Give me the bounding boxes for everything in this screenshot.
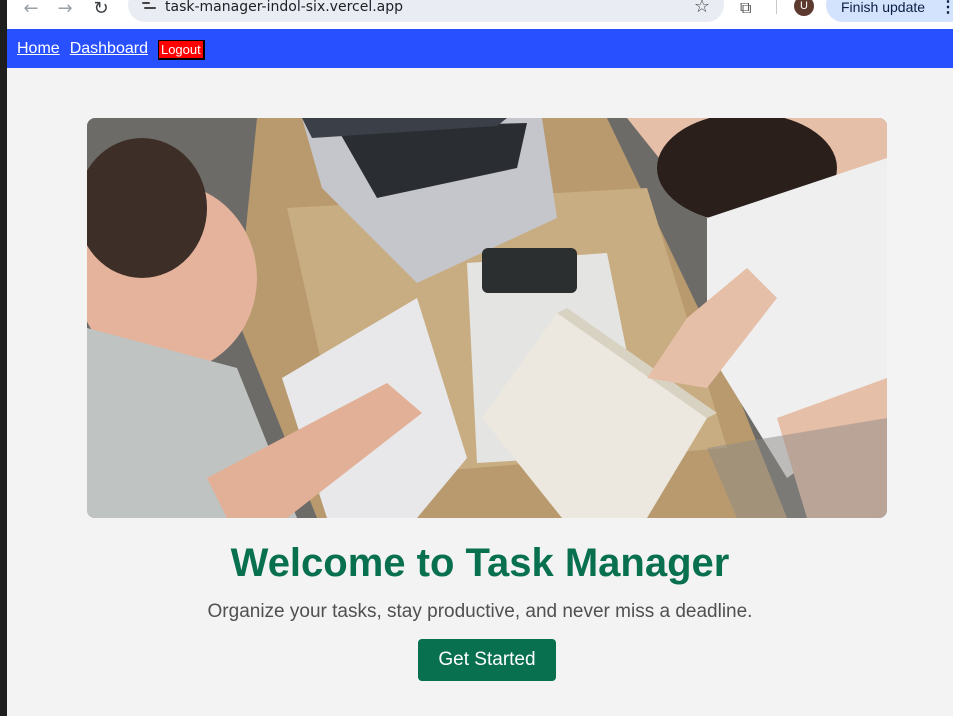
forward-icon[interactable]: → (53, 0, 77, 20)
finish-update-label: Finish update (841, 0, 926, 15)
nav-home-link[interactable]: Home (17, 40, 60, 58)
profile-avatar[interactable]: U (794, 0, 814, 16)
address-bar[interactable]: task-manager-indol-six.vercel.app ☆ (128, 0, 724, 22)
get-started-button[interactable]: Get Started (418, 639, 556, 681)
browser-toolbar: ← → ↻ task-manager-indol-six.vercel.app … (7, 0, 953, 29)
menu-kebab-icon[interactable]: ⋮ (940, 0, 953, 17)
back-icon[interactable]: ← (19, 0, 43, 20)
nav-dashboard-link[interactable]: Dashboard (70, 40, 148, 58)
bookmark-star-icon[interactable]: ☆ (694, 0, 710, 17)
hero-image (87, 118, 887, 518)
background-window (0, 0, 7, 716)
app-navbar: Home Dashboard Logout (7, 29, 953, 68)
finish-update-button[interactable]: Finish update ⋮ (826, 0, 953, 22)
url-text[interactable]: task-manager-indol-six.vercel.app (165, 0, 403, 15)
page-title: Welcome to Task Manager (230, 541, 730, 585)
site-info-icon[interactable] (142, 2, 158, 16)
page-subtitle: Organize your tasks, stay productive, an… (207, 601, 753, 622)
logout-button[interactable]: Logout (157, 39, 205, 60)
hero-photo-illustration (87, 118, 887, 518)
reload-icon[interactable]: ↻ (89, 0, 113, 20)
extensions-icon[interactable]: ⧉ (740, 0, 758, 17)
toolbar-divider (776, 0, 777, 14)
